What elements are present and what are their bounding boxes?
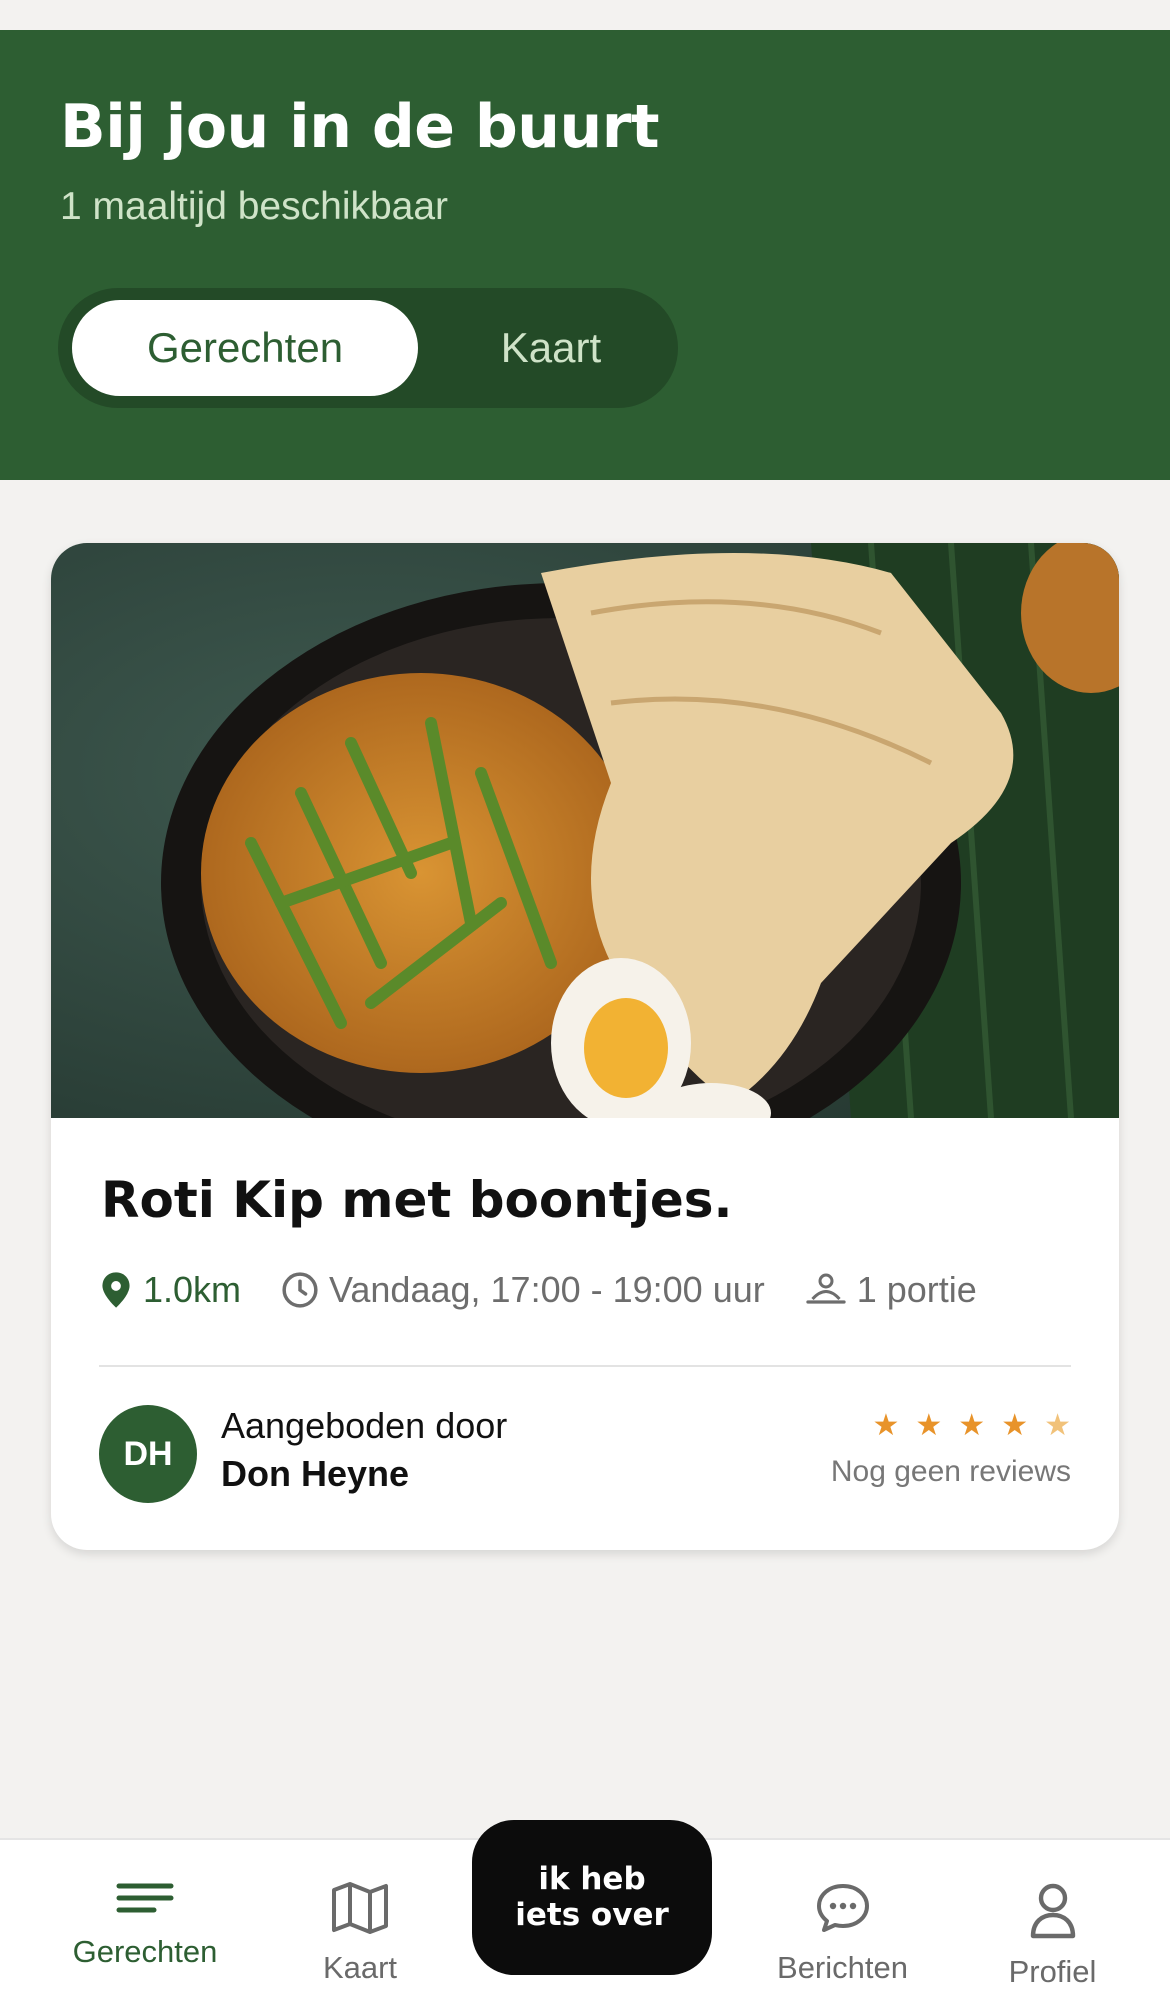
page-title: Bij jou in de buurt: [60, 92, 660, 162]
segment-gerechten[interactable]: Gerechten: [72, 300, 418, 396]
distance: 1.0km: [99, 1269, 241, 1311]
host-name[interactable]: Don Heyne: [221, 1453, 409, 1495]
page-subtitle: 1 maaltijd beschikbaar: [60, 185, 449, 228]
clock-icon: [282, 1272, 318, 1308]
meal-card[interactable]: Roti Kip met boontjes. 1.0km Vandaag, 17…: [51, 543, 1119, 1550]
tab-kaart[interactable]: Kaart: [280, 1840, 440, 2009]
star-icon: ★: [1044, 1409, 1071, 1442]
status-bar-strip: [0, 0, 1170, 30]
rating-stars: ★ ★ ★ ★ ★: [856, 1411, 1071, 1441]
location-pin-icon: [102, 1272, 130, 1308]
list-icon: [116, 1883, 174, 1913]
meal-photo: [51, 543, 1119, 1118]
header: Bij jou in de buurt 1 maaltijd beschikba…: [0, 30, 1170, 480]
card-divider: [99, 1365, 1071, 1367]
pickup-time-text: Vandaag, 17:00 - 19:00 uur: [329, 1269, 765, 1310]
segment-kaart[interactable]: Kaart: [438, 300, 664, 396]
star-icon: ★: [1001, 1409, 1029, 1442]
star-icon: ★: [958, 1409, 986, 1442]
user-icon: [1030, 1883, 1075, 1939]
map-icon: [332, 1882, 388, 1934]
share-leftovers-button[interactable]: ik heb iets over: [472, 1820, 712, 1975]
portions: 1 portie: [805, 1269, 977, 1311]
star-icon: ★: [915, 1409, 943, 1442]
tab-gerechten[interactable]: Gerechten: [55, 1840, 235, 2009]
tab-profiel-label: Profiel: [1008, 1954, 1097, 1989]
pickup-time: Vandaag, 17:00 - 19:00 uur: [281, 1269, 765, 1311]
view-segmented-control: Gerechten Kaart: [58, 288, 678, 408]
tab-berichten[interactable]: Berichten: [760, 1840, 925, 2009]
tab-profiel[interactable]: Profiel: [975, 1840, 1130, 2009]
tab-gerechten-label: Gerechten: [72, 1934, 218, 1969]
meal-meta: 1.0km Vandaag, 17:00 - 19:00 uur 1 porti…: [99, 1265, 1017, 1315]
person-dish-icon: [806, 1273, 846, 1304]
tab-berichten-label: Berichten: [777, 1950, 908, 1985]
star-icon: ★: [872, 1409, 900, 1442]
chat-bubble-icon: [816, 1884, 869, 1932]
offered-by-label: Aangeboden door: [221, 1405, 508, 1446]
meal-title: Roti Kip met boontjes.: [101, 1171, 733, 1229]
distance-text: 1.0km: [143, 1269, 242, 1310]
portions-text: 1 portie: [856, 1269, 977, 1310]
host-avatar[interactable]: DH: [99, 1405, 197, 1503]
reviews-text: Nog geen reviews: [830, 1455, 1071, 1488]
tab-kaart-label: Kaart: [322, 1950, 398, 1985]
